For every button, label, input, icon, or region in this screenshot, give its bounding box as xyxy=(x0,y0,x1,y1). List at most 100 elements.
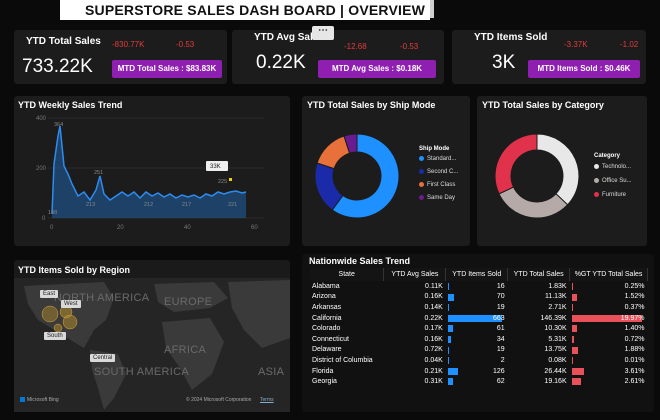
column-header[interactable]: State xyxy=(310,268,385,281)
legend-item: Office Su... xyxy=(594,178,632,184)
table-row[interactable]: Delaware 0.72K 19 13.75K 1.88% xyxy=(310,345,648,356)
cell-text: Colorado xyxy=(312,325,341,333)
cell-total-sales: 1.83K xyxy=(508,281,570,292)
cell-items-sold: 70 xyxy=(446,292,508,303)
donut-slice xyxy=(494,133,538,195)
cell-text: 0.01% xyxy=(624,356,645,364)
shipmode-panel: YTD Total Sales by Ship Mode Ship Mode S… xyxy=(302,96,470,246)
cell-total-sales: 11.13K xyxy=(508,292,570,303)
cell-text: 70 xyxy=(496,293,505,301)
x-tick: 0 xyxy=(50,225,54,231)
items-bar xyxy=(447,335,451,343)
cell-total-sales: 2.71K xyxy=(508,302,570,313)
region-tag[interactable]: South xyxy=(44,332,66,340)
cell-state: Alabama xyxy=(310,281,384,292)
cell-avg-sales: 0.17K xyxy=(384,323,446,334)
region-tag[interactable]: West xyxy=(61,300,81,308)
table-row[interactable]: Alabama 0.11K 16 1.83K 0.25% xyxy=(310,281,648,292)
trend-annotation: 213 xyxy=(86,202,95,208)
cell-text: 61 xyxy=(496,325,505,333)
map-terms-link[interactable]: Terms xyxy=(260,397,274,403)
kpi-value: 733.22K xyxy=(22,56,93,77)
table-row[interactable]: District of Columbia 0.04K 2 0.08K 0.01% xyxy=(310,355,648,366)
cell-text: 0.08K xyxy=(548,356,567,364)
cell-text: 13.75K xyxy=(544,346,567,354)
cell-text: 2.71K xyxy=(548,303,567,311)
x-tick: 60 xyxy=(251,225,258,231)
cell-pct-total: 1.40% xyxy=(570,323,648,334)
trend-annotation: 251 xyxy=(94,170,103,176)
cell-text: 0.72K xyxy=(424,346,443,354)
cell-avg-sales: 0.21K xyxy=(384,366,446,377)
cell-text: 10.30K xyxy=(544,325,567,333)
cell-state: Connecticut xyxy=(310,334,384,345)
items-bar xyxy=(447,378,453,386)
region-tag[interactable]: Central xyxy=(90,354,116,362)
cell-text: 19.97% xyxy=(620,314,645,322)
continent-label: AFRICA xyxy=(164,344,207,356)
table-row[interactable]: Arkansas 0.14K 19 2.71K 0.37% xyxy=(310,302,648,313)
table-row[interactable]: Connecticut 0.16K 34 5.31K 0.72% xyxy=(310,334,648,345)
cell-items-sold: 2 xyxy=(446,355,508,366)
cell-items-sold: 19 xyxy=(446,302,508,313)
kpi-delta-value: -12.68 xyxy=(344,42,367,51)
cell-text: 0.16K xyxy=(424,293,443,301)
category-donut xyxy=(494,133,580,219)
trend-annotation: 221 xyxy=(228,202,237,208)
continent-label: SOUTH AMERICA xyxy=(94,366,189,378)
cell-text: 1.83K xyxy=(548,282,567,290)
cell-items-sold: 19 xyxy=(446,345,508,356)
cell-text: 663 xyxy=(493,314,505,322)
cell-text: 1.88% xyxy=(624,346,645,354)
trend-annotation: 212 xyxy=(144,202,153,208)
table-row[interactable]: Colorado 0.17K 61 10.30K 1.40% xyxy=(310,323,648,334)
table-row[interactable]: Georgia 0.31K 62 19.16K 2.61% xyxy=(310,376,648,387)
table-row[interactable]: Arizona 0.16K 70 11.13K 1.52% xyxy=(310,292,648,303)
cell-text: Arizona xyxy=(312,293,336,301)
mtd-badge: MTD Avg Sales : $0.18K xyxy=(318,60,436,78)
column-header[interactable]: YTD Total Sales xyxy=(507,268,571,281)
trend-annotation: 225 xyxy=(218,179,227,185)
cell-state: Delaware xyxy=(310,345,384,356)
kpi-value: 3K xyxy=(492,52,516,73)
cell-text: 19 xyxy=(496,303,505,311)
cell-text: 0.04K xyxy=(424,356,443,364)
cell-items-sold: 61 xyxy=(446,323,508,334)
map-attribution: © 2024 Microsoft Corporation xyxy=(186,397,252,403)
trend-annotation: 198 xyxy=(48,210,57,216)
items-bar xyxy=(447,357,449,365)
cell-text: Florida xyxy=(312,367,334,375)
pct-bar xyxy=(571,367,585,375)
mtd-badge: MTD Total Sales : $83.83K xyxy=(112,60,222,78)
cell-avg-sales: 0.72K xyxy=(384,345,446,356)
table-row[interactable]: California 0.22K 663 146.39K 19.97% xyxy=(310,313,648,324)
region-tag[interactable]: East xyxy=(40,290,59,298)
more-options-button[interactable]: ⋯ xyxy=(312,26,334,40)
cell-state: Florida xyxy=(310,366,384,377)
column-header[interactable]: %GT YTD Total Sales xyxy=(569,268,648,281)
y-tick: 400 xyxy=(36,116,47,122)
kpi-delta-value: -830.77K xyxy=(112,40,145,49)
cell-text: 5.31K xyxy=(548,335,567,343)
panel-title: YTD Items Sold by Region xyxy=(18,265,131,275)
pct-bar xyxy=(571,357,573,365)
cell-text: 0.25% xyxy=(624,282,645,290)
sales-table: State YTD Avg Sales YTD Items Sold YTD T… xyxy=(310,268,648,387)
mtd-badge: MTD Items Sold : $0.46K xyxy=(528,60,640,78)
column-header[interactable]: YTD Items Sold xyxy=(445,268,509,281)
cell-total-sales: 13.75K xyxy=(508,345,570,356)
pct-bar xyxy=(571,378,581,386)
region-map-panel: YTD Items Sold by Region NORTH AMERICA E… xyxy=(14,260,290,412)
cell-text: Alabama xyxy=(312,282,340,290)
cell-text: 26.44K xyxy=(544,367,567,375)
cell-text: 146.39K xyxy=(540,314,567,322)
cell-text: 0.37% xyxy=(624,303,645,311)
items-bar xyxy=(447,325,453,333)
cell-text: 0.17K xyxy=(424,325,443,333)
cell-text: Arkansas xyxy=(312,303,342,311)
table-row[interactable]: Florida 0.21K 126 26.44K 3.61% xyxy=(310,366,648,377)
cell-pct-total: 0.37% xyxy=(570,302,648,313)
column-header[interactable]: YTD Avg Sales xyxy=(383,268,447,281)
cell-total-sales: 146.39K xyxy=(508,313,570,324)
cell-items-sold: 62 xyxy=(446,376,508,387)
